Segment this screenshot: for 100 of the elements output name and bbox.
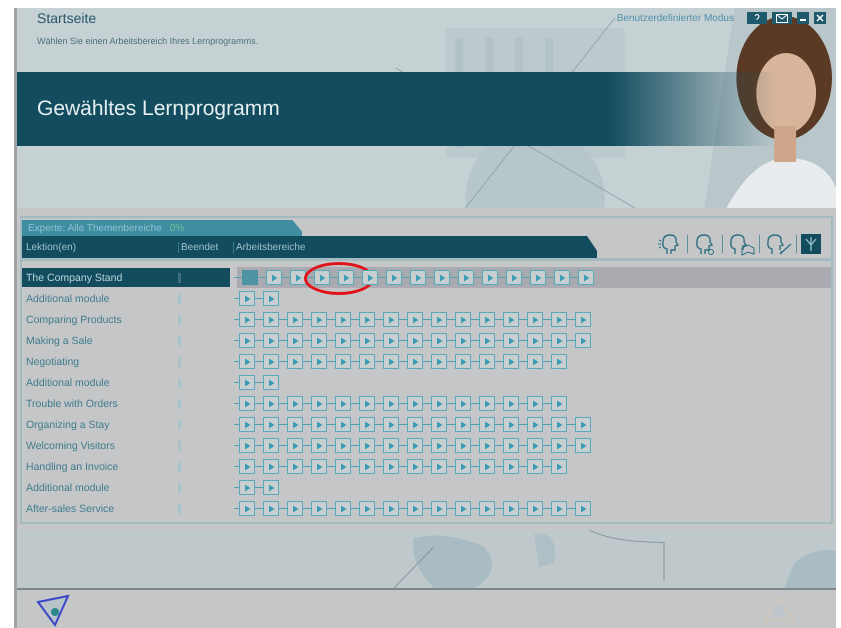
play-step-button[interactable]: [362, 270, 378, 285]
play-step-button[interactable]: [431, 354, 447, 369]
lesson-item[interactable]: Trouble with Orders: [22, 394, 230, 413]
play-step-button[interactable]: [482, 270, 498, 285]
play-step-button[interactable]: [335, 354, 351, 369]
play-step-button[interactable]: [503, 333, 519, 348]
play-step-button[interactable]: [287, 417, 303, 432]
play-step-button[interactable]: [407, 501, 423, 516]
mode-link[interactable]: Benutzerdefinierter Modus: [616, 12, 734, 24]
play-step-button[interactable]: [335, 333, 351, 348]
play-step-button[interactable]: [479, 396, 495, 411]
play-step-button[interactable]: [431, 396, 447, 411]
play-step-button[interactable]: [506, 270, 522, 285]
play-step-button[interactable]: [503, 354, 519, 369]
play-step-button[interactable]: [383, 417, 399, 432]
play-step-button[interactable]: [335, 501, 351, 516]
play-step-button[interactable]: [314, 270, 330, 285]
play-step-button[interactable]: [290, 270, 306, 285]
play-step-button[interactable]: [407, 438, 423, 453]
play-step-button[interactable]: [359, 333, 375, 348]
play-step-button[interactable]: [503, 312, 519, 327]
lesson-item[interactable]: Handling an Invoice: [22, 457, 230, 476]
play-step-button[interactable]: [287, 459, 303, 474]
play-step-button[interactable]: [455, 354, 471, 369]
play-step-button[interactable]: [455, 312, 471, 327]
play-step-button[interactable]: [383, 333, 399, 348]
play-step-button[interactable]: [431, 333, 447, 348]
play-step-button[interactable]: [335, 438, 351, 453]
play-step-button[interactable]: [287, 501, 303, 516]
play-step-button[interactable]: [335, 312, 351, 327]
play-step-button[interactable]: [287, 438, 303, 453]
play-step-button[interactable]: [311, 417, 327, 432]
play-step-button[interactable]: [551, 312, 567, 327]
play-step-button[interactable]: [527, 354, 543, 369]
play-step-button[interactable]: [575, 501, 591, 516]
play-step-button[interactable]: [503, 459, 519, 474]
play-step-button[interactable]: [263, 333, 279, 348]
help-button[interactable]: [747, 12, 767, 24]
play-step-button[interactable]: [239, 375, 255, 390]
play-step-button[interactable]: [527, 438, 543, 453]
play-step-button[interactable]: [455, 459, 471, 474]
play-step-button[interactable]: [527, 501, 543, 516]
lesson-item[interactable]: Additional module: [22, 373, 230, 392]
play-step-button[interactable]: [263, 396, 279, 411]
play-step-button[interactable]: [359, 501, 375, 516]
play-step-button[interactable]: [455, 501, 471, 516]
play-step-button[interactable]: [503, 501, 519, 516]
head-reading-icon[interactable]: [727, 232, 755, 256]
play-step-button[interactable]: [266, 270, 282, 285]
play-step-button[interactable]: [383, 396, 399, 411]
play-step-button[interactable]: [479, 333, 495, 348]
play-step-button[interactable]: [503, 438, 519, 453]
play-step-button[interactable]: [407, 417, 423, 432]
play-step-button[interactable]: [263, 459, 279, 474]
play-step-button[interactable]: [527, 396, 543, 411]
play-step-button[interactable]: [383, 312, 399, 327]
play-step-button[interactable]: [335, 396, 351, 411]
play-step-button[interactable]: [407, 459, 423, 474]
play-step-button[interactable]: [311, 438, 327, 453]
play-step-button[interactable]: [407, 312, 423, 327]
close-button[interactable]: [814, 12, 826, 24]
play-step-button[interactable]: [407, 333, 423, 348]
play-step-button[interactable]: [530, 270, 546, 285]
play-step-button[interactable]: [407, 396, 423, 411]
play-step-button[interactable]: [263, 501, 279, 516]
lesson-item[interactable]: Organizing a Stay: [22, 415, 230, 434]
play-step-button[interactable]: [311, 312, 327, 327]
play-step-button[interactable]: [335, 417, 351, 432]
triangle-logo-icon[interactable]: [35, 592, 71, 628]
play-step-button[interactable]: [263, 480, 279, 495]
play-step-button[interactable]: [239, 291, 255, 306]
play-step-button[interactable]: [455, 417, 471, 432]
play-step-button[interactable]: [263, 291, 279, 306]
play-step-button[interactable]: [239, 354, 255, 369]
play-step-button[interactable]: [263, 312, 279, 327]
play-step-button[interactable]: [383, 501, 399, 516]
play-step-button[interactable]: [431, 501, 447, 516]
play-step-button[interactable]: [263, 417, 279, 432]
play-step-button[interactable]: [287, 333, 303, 348]
play-step-button[interactable]: [431, 438, 447, 453]
play-step-button[interactable]: [386, 270, 402, 285]
play-step-button[interactable]: [287, 312, 303, 327]
play-step-button[interactable]: [383, 459, 399, 474]
lesson-item[interactable]: Additional module: [22, 289, 230, 308]
minimize-button[interactable]: [797, 12, 809, 24]
play-step-button[interactable]: [455, 333, 471, 348]
lesson-item[interactable]: The Company Stand: [22, 268, 230, 287]
play-step-button[interactable]: [287, 354, 303, 369]
play-step-button[interactable]: [479, 417, 495, 432]
play-step-button[interactable]: [359, 438, 375, 453]
play-step-button[interactable]: [383, 438, 399, 453]
play-step-button[interactable]: [287, 396, 303, 411]
play-step-button[interactable]: [335, 459, 351, 474]
play-step-button[interactable]: [239, 417, 255, 432]
play-step-button[interactable]: [479, 438, 495, 453]
play-step-button[interactable]: [431, 312, 447, 327]
mail-button[interactable]: [772, 12, 792, 24]
play-step-button[interactable]: [311, 396, 327, 411]
play-step-button[interactable]: [554, 270, 570, 285]
play-step-button[interactable]: [239, 312, 255, 327]
